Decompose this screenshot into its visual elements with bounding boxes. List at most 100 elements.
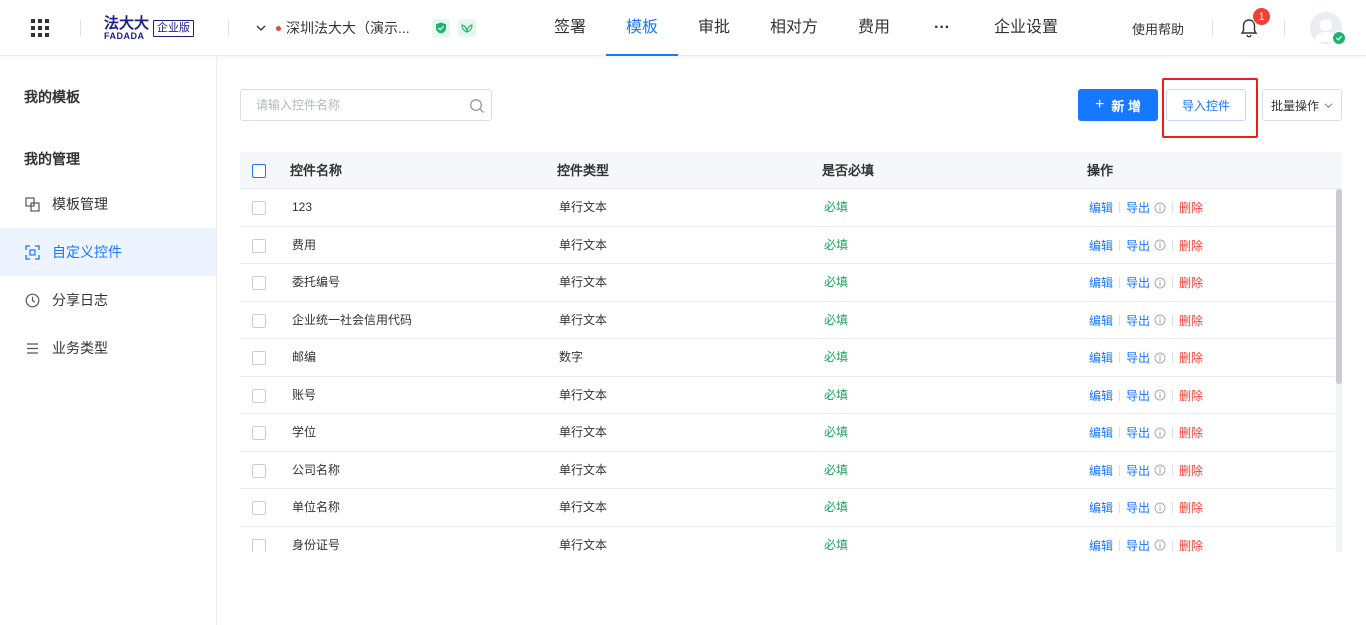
batch-operations-button[interactable]: 批量操作 [1262,89,1342,121]
info-icon[interactable] [1154,202,1166,214]
info-icon[interactable] [1154,539,1166,551]
separator [1119,464,1121,476]
delete-link[interactable]: 删除 [1179,349,1203,366]
export-link[interactable]: 导出 [1126,237,1150,254]
edit-link[interactable]: 编辑 [1089,349,1113,366]
sidebar-item-business-types[interactable]: 业务类型 [0,324,216,372]
nav-approval[interactable]: 审批 [698,0,730,56]
edit-link[interactable]: 编辑 [1089,462,1113,479]
table-row: 身份证号 单行文本 必填 编辑 导出 删除 [240,527,1334,553]
separator [1172,539,1174,551]
search-input[interactable] [256,98,456,112]
column-header-required: 是否必填 [822,163,875,178]
edit-link[interactable]: 编辑 [1089,274,1113,291]
template-icon [24,196,40,212]
separator [1119,502,1121,513]
info-icon[interactable] [1154,464,1166,476]
export-link[interactable]: 导出 [1126,537,1150,553]
import-controls-button[interactable]: 导入控件 [1166,89,1246,121]
logo-badge: 企业版 [153,19,195,37]
add-control-button[interactable]: + 新 增 [1078,89,1158,121]
export-link[interactable]: 导出 [1126,274,1150,291]
edit-link[interactable]: 编辑 [1089,237,1113,254]
info-icon[interactable] [1154,277,1166,289]
row-checkbox[interactable] [252,538,266,552]
nav-template[interactable]: 模板 [606,0,678,56]
delete-link[interactable]: 删除 [1179,424,1203,441]
info-icon[interactable] [1154,352,1166,364]
app-grid-icon[interactable] [30,18,50,38]
cell-required: 必填 [824,537,849,552]
delete-link[interactable]: 删除 [1179,499,1203,516]
nav-sign[interactable]: 签署 [554,0,586,56]
separator [1119,239,1121,251]
row-checkbox[interactable] [252,351,266,365]
leaf-icon[interactable] [458,19,476,37]
row-checkbox[interactable] [252,276,266,290]
edit-link[interactable]: 编辑 [1089,424,1113,441]
info-icon[interactable] [1154,427,1166,439]
nav-counterparty[interactable]: 相对方 [770,0,818,56]
row-checkbox[interactable] [252,201,266,215]
delete-link[interactable]: 删除 [1179,199,1203,216]
delete-link[interactable]: 删除 [1179,237,1203,254]
sidebar-item-custom-controls[interactable]: 自定义控件 [0,228,216,276]
search-icon[interactable] [469,98,485,114]
cell-type: 单行文本 [559,537,608,552]
table-row: 公司名称 单行文本 必填 编辑 导出 删除 [240,452,1334,489]
scrollbar-thumb[interactable] [1336,189,1342,384]
sidebar-item-template-management[interactable]: 模板管理 [0,180,216,228]
cell-type: 数字 [559,350,584,364]
export-link[interactable]: 导出 [1126,387,1150,404]
table-row: 学位 单行文本 必填 编辑 导出 删除 [240,414,1334,452]
row-checkbox[interactable] [252,426,266,440]
info-icon[interactable] [1154,389,1166,401]
delete-link[interactable]: 删除 [1179,274,1203,291]
export-link[interactable]: 导出 [1126,462,1150,479]
row-checkbox[interactable] [252,313,266,328]
nav-enterprise-settings[interactable]: 企业设置 [994,0,1058,56]
help-link[interactable]: 使用帮助 [1132,19,1184,38]
export-link[interactable]: 导出 [1126,199,1150,216]
row-checkbox[interactable] [252,388,266,403]
edit-link[interactable]: 编辑 [1089,199,1113,216]
export-link[interactable]: 导出 [1126,349,1150,366]
export-link[interactable]: 导出 [1126,424,1150,441]
verified-check-icon [1332,31,1346,45]
separator [1172,389,1174,401]
row-checkbox[interactable] [252,238,266,253]
cell-name: 委托编号 [292,275,341,289]
sidebar-my-management: 我的管理 [24,151,80,167]
table-header: 控件名称 控件类型 是否必填 操作 [240,152,1342,189]
separator [1119,314,1121,326]
info-icon[interactable] [1154,239,1166,251]
sidebar-my-templates[interactable]: 我的模板 [24,87,80,107]
separator [1119,539,1121,551]
separator [1119,352,1121,363]
table-scrollbar[interactable] [1336,189,1342,552]
logo[interactable]: 法大大 FADADA 企业版 [104,14,195,42]
edit-link[interactable]: 编辑 [1089,312,1113,329]
nav-fees[interactable]: 费用 [858,0,890,56]
export-link[interactable]: 导出 [1126,312,1150,329]
edit-link[interactable]: 编辑 [1089,537,1113,553]
export-link[interactable]: 导出 [1126,499,1150,516]
delete-link[interactable]: 删除 [1179,312,1203,329]
verified-shield-icon[interactable] [432,19,450,37]
sidebar-item-share-log[interactable]: 分享日志 [0,276,216,324]
info-icon[interactable] [1154,502,1166,514]
delete-link[interactable]: 删除 [1179,462,1203,479]
info-icon[interactable] [1154,314,1166,326]
row-actions: 编辑 导出 删除 [1089,489,1203,526]
edit-link[interactable]: 编辑 [1089,387,1113,404]
edit-link[interactable]: 编辑 [1089,499,1113,516]
sidebar: 我的模板 我的管理 模板管理 自定义控件 分享日志 业务类型 [0,57,217,625]
delete-link[interactable]: 删除 [1179,537,1203,553]
company-switcher[interactable]: 深圳法大大（演示... [256,18,410,38]
nav-more[interactable]: ··· [930,0,954,56]
select-all-checkbox[interactable] [252,164,266,178]
delete-link[interactable]: 删除 [1179,387,1203,404]
sidebar-item-label: 模板管理 [52,196,108,212]
row-checkbox[interactable] [252,463,266,478]
row-checkbox[interactable] [252,501,266,515]
